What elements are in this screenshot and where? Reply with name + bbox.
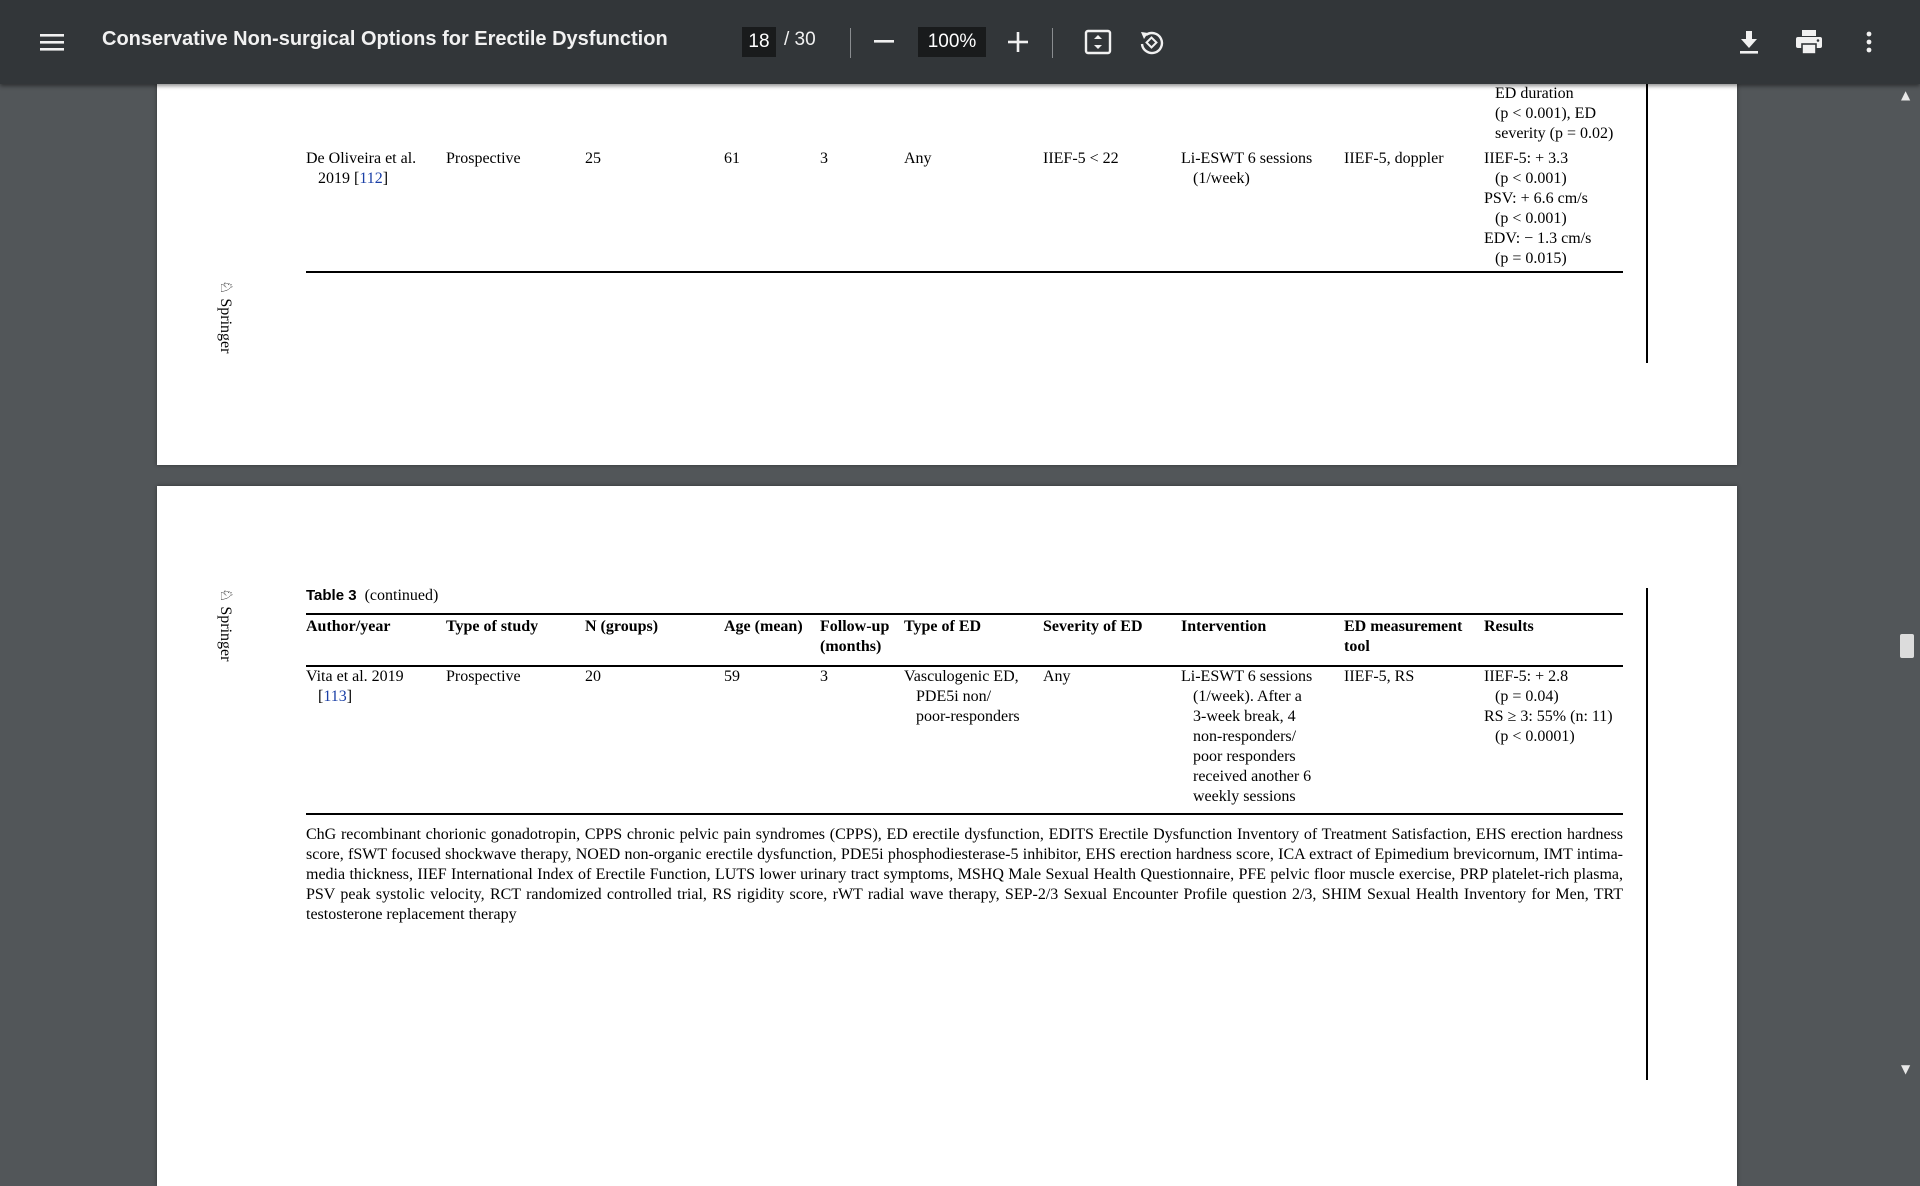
springer-logo: ♘ Springer bbox=[217, 280, 234, 354]
scroll-up-icon[interactable]: ▲ bbox=[1901, 88, 1910, 102]
page-margin-line bbox=[1646, 588, 1648, 1080]
table-footnote: ChG recombinant chorionic gonadotropin, … bbox=[306, 826, 1623, 923]
cell-followup: 3 bbox=[820, 150, 828, 167]
table-top-rule bbox=[306, 613, 1623, 615]
fit-page-icon[interactable] bbox=[1078, 22, 1118, 62]
cell-intervention: poor responders bbox=[1193, 748, 1296, 765]
header-tool: ED measurement bbox=[1344, 618, 1463, 635]
toolbar-divider bbox=[1052, 28, 1053, 58]
document-title: Conservative Non-surgical Options for Er… bbox=[102, 28, 668, 50]
page-total: / 30 bbox=[784, 29, 816, 50]
header-ed-type: Type of ED bbox=[904, 618, 982, 635]
cell-author: Vita et al. 2019 bbox=[306, 668, 404, 685]
header-followup: (months) bbox=[820, 638, 882, 655]
results-cont-line: (p < 0.001), ED bbox=[1495, 105, 1597, 122]
cell-intervention: 3-week break, 4 bbox=[1193, 708, 1296, 725]
cell-results: IIEF-5: + 3.3 bbox=[1484, 150, 1569, 167]
download-icon[interactable] bbox=[1729, 22, 1769, 62]
cell-author-year: 2019 [112] bbox=[318, 170, 389, 187]
cell-results: (p = 0.04) bbox=[1495, 688, 1559, 705]
cell-ed-type: PDE5i non/ bbox=[916, 688, 992, 705]
more-icon[interactable] bbox=[1849, 22, 1889, 62]
cell-intervention: Li-ESWT 6 sessions bbox=[1181, 150, 1313, 167]
header-tool: tool bbox=[1344, 638, 1370, 655]
cell-severity: Any bbox=[1043, 668, 1071, 685]
scrollbar-thumb[interactable] bbox=[1900, 634, 1914, 658]
zoom-in-icon[interactable] bbox=[998, 22, 1038, 62]
header-followup: Follow-up bbox=[820, 618, 890, 635]
cell-age: 61 bbox=[724, 150, 740, 167]
cell-ed-type: Vasculogenic ED, bbox=[904, 668, 1019, 685]
springer-logo: ♘ Springer bbox=[217, 588, 234, 662]
zoom-level-input[interactable]: 100% bbox=[918, 27, 986, 57]
citation-link[interactable]: 113 bbox=[323, 688, 346, 705]
results-cont-line: severity (p = 0.02) bbox=[1495, 125, 1614, 142]
menu-icon[interactable] bbox=[32, 22, 72, 62]
scroll-down-icon[interactable]: ▼ bbox=[1901, 1062, 1910, 1076]
table-caption: Table 3 (continued) bbox=[306, 587, 439, 604]
header-author: Author/year bbox=[306, 618, 391, 635]
header-results: Results bbox=[1484, 618, 1534, 635]
header-type: Type of study bbox=[446, 618, 539, 635]
toolbar-divider bbox=[850, 28, 851, 58]
cell-tool: IIEF-5, doppler bbox=[1344, 150, 1444, 167]
results-cont-line: ED duration bbox=[1495, 85, 1574, 102]
cell-age: 59 bbox=[724, 668, 740, 685]
cell-results: (p < 0.001) bbox=[1495, 170, 1567, 187]
springer-horse-icon: ♘ bbox=[217, 588, 234, 603]
cell-results: (p = 0.015) bbox=[1495, 250, 1567, 267]
cell-type: Prospective bbox=[446, 150, 521, 167]
springer-horse-icon: ♘ bbox=[217, 280, 234, 295]
pdf-toolbar: Conservative Non-surgical Options for Er… bbox=[0, 0, 1920, 84]
cell-severity: IIEF-5 < 22 bbox=[1043, 150, 1119, 167]
cell-intervention: non-responders/ bbox=[1193, 728, 1297, 745]
header-n: N (groups) bbox=[585, 618, 659, 635]
cell-results: EDV: − 1.3 cm/s bbox=[1484, 230, 1592, 247]
rotate-icon[interactable] bbox=[1131, 22, 1171, 62]
table-bottom-rule bbox=[306, 813, 1623, 815]
table-bottom-rule bbox=[306, 271, 1623, 273]
cell-results: (p < 0.001) bbox=[1495, 210, 1567, 227]
cell-tool: IIEF-5, RS bbox=[1344, 668, 1415, 685]
header-severity: Severity of ED bbox=[1043, 618, 1143, 635]
cell-followup: 3 bbox=[820, 668, 828, 685]
cell-intervention: received another 6 bbox=[1193, 768, 1312, 785]
cell-intervention: (1/week). After a bbox=[1193, 688, 1302, 705]
cell-results: IIEF-5: + 2.8 bbox=[1484, 668, 1569, 685]
cell-ed-type: poor-responders bbox=[916, 708, 1020, 725]
header-age: Age (mean) bbox=[724, 618, 803, 635]
cell-type: Prospective bbox=[446, 668, 521, 685]
zoom-out-icon[interactable] bbox=[864, 22, 904, 62]
print-icon[interactable] bbox=[1789, 22, 1829, 62]
citation-link[interactable]: 112 bbox=[359, 170, 382, 187]
cell-n: 20 bbox=[585, 668, 601, 685]
page-number-input[interactable]: 18 bbox=[742, 27, 776, 57]
page-margin-line bbox=[1646, 84, 1648, 363]
cell-author: De Oliveira et al. bbox=[306, 150, 417, 167]
cell-ed-type: Any bbox=[904, 150, 932, 167]
vertical-scrollbar[interactable]: ▲ ▼ bbox=[1894, 84, 1920, 1080]
cell-intervention: weekly sessions bbox=[1193, 788, 1296, 805]
cell-results: PSV: + 6.6 cm/s bbox=[1484, 190, 1588, 207]
cell-intervention: (1/week) bbox=[1193, 170, 1250, 187]
cell-n: 25 bbox=[585, 150, 601, 167]
cell-results: RS ≥ 3: 55% (n: 11) bbox=[1484, 708, 1613, 725]
cell-author-ref: [113] bbox=[318, 688, 353, 705]
cell-intervention: Li-ESWT 6 sessions bbox=[1181, 668, 1313, 685]
cell-results: (p < 0.0001) bbox=[1495, 728, 1575, 745]
header-intervention: Intervention bbox=[1181, 618, 1267, 635]
